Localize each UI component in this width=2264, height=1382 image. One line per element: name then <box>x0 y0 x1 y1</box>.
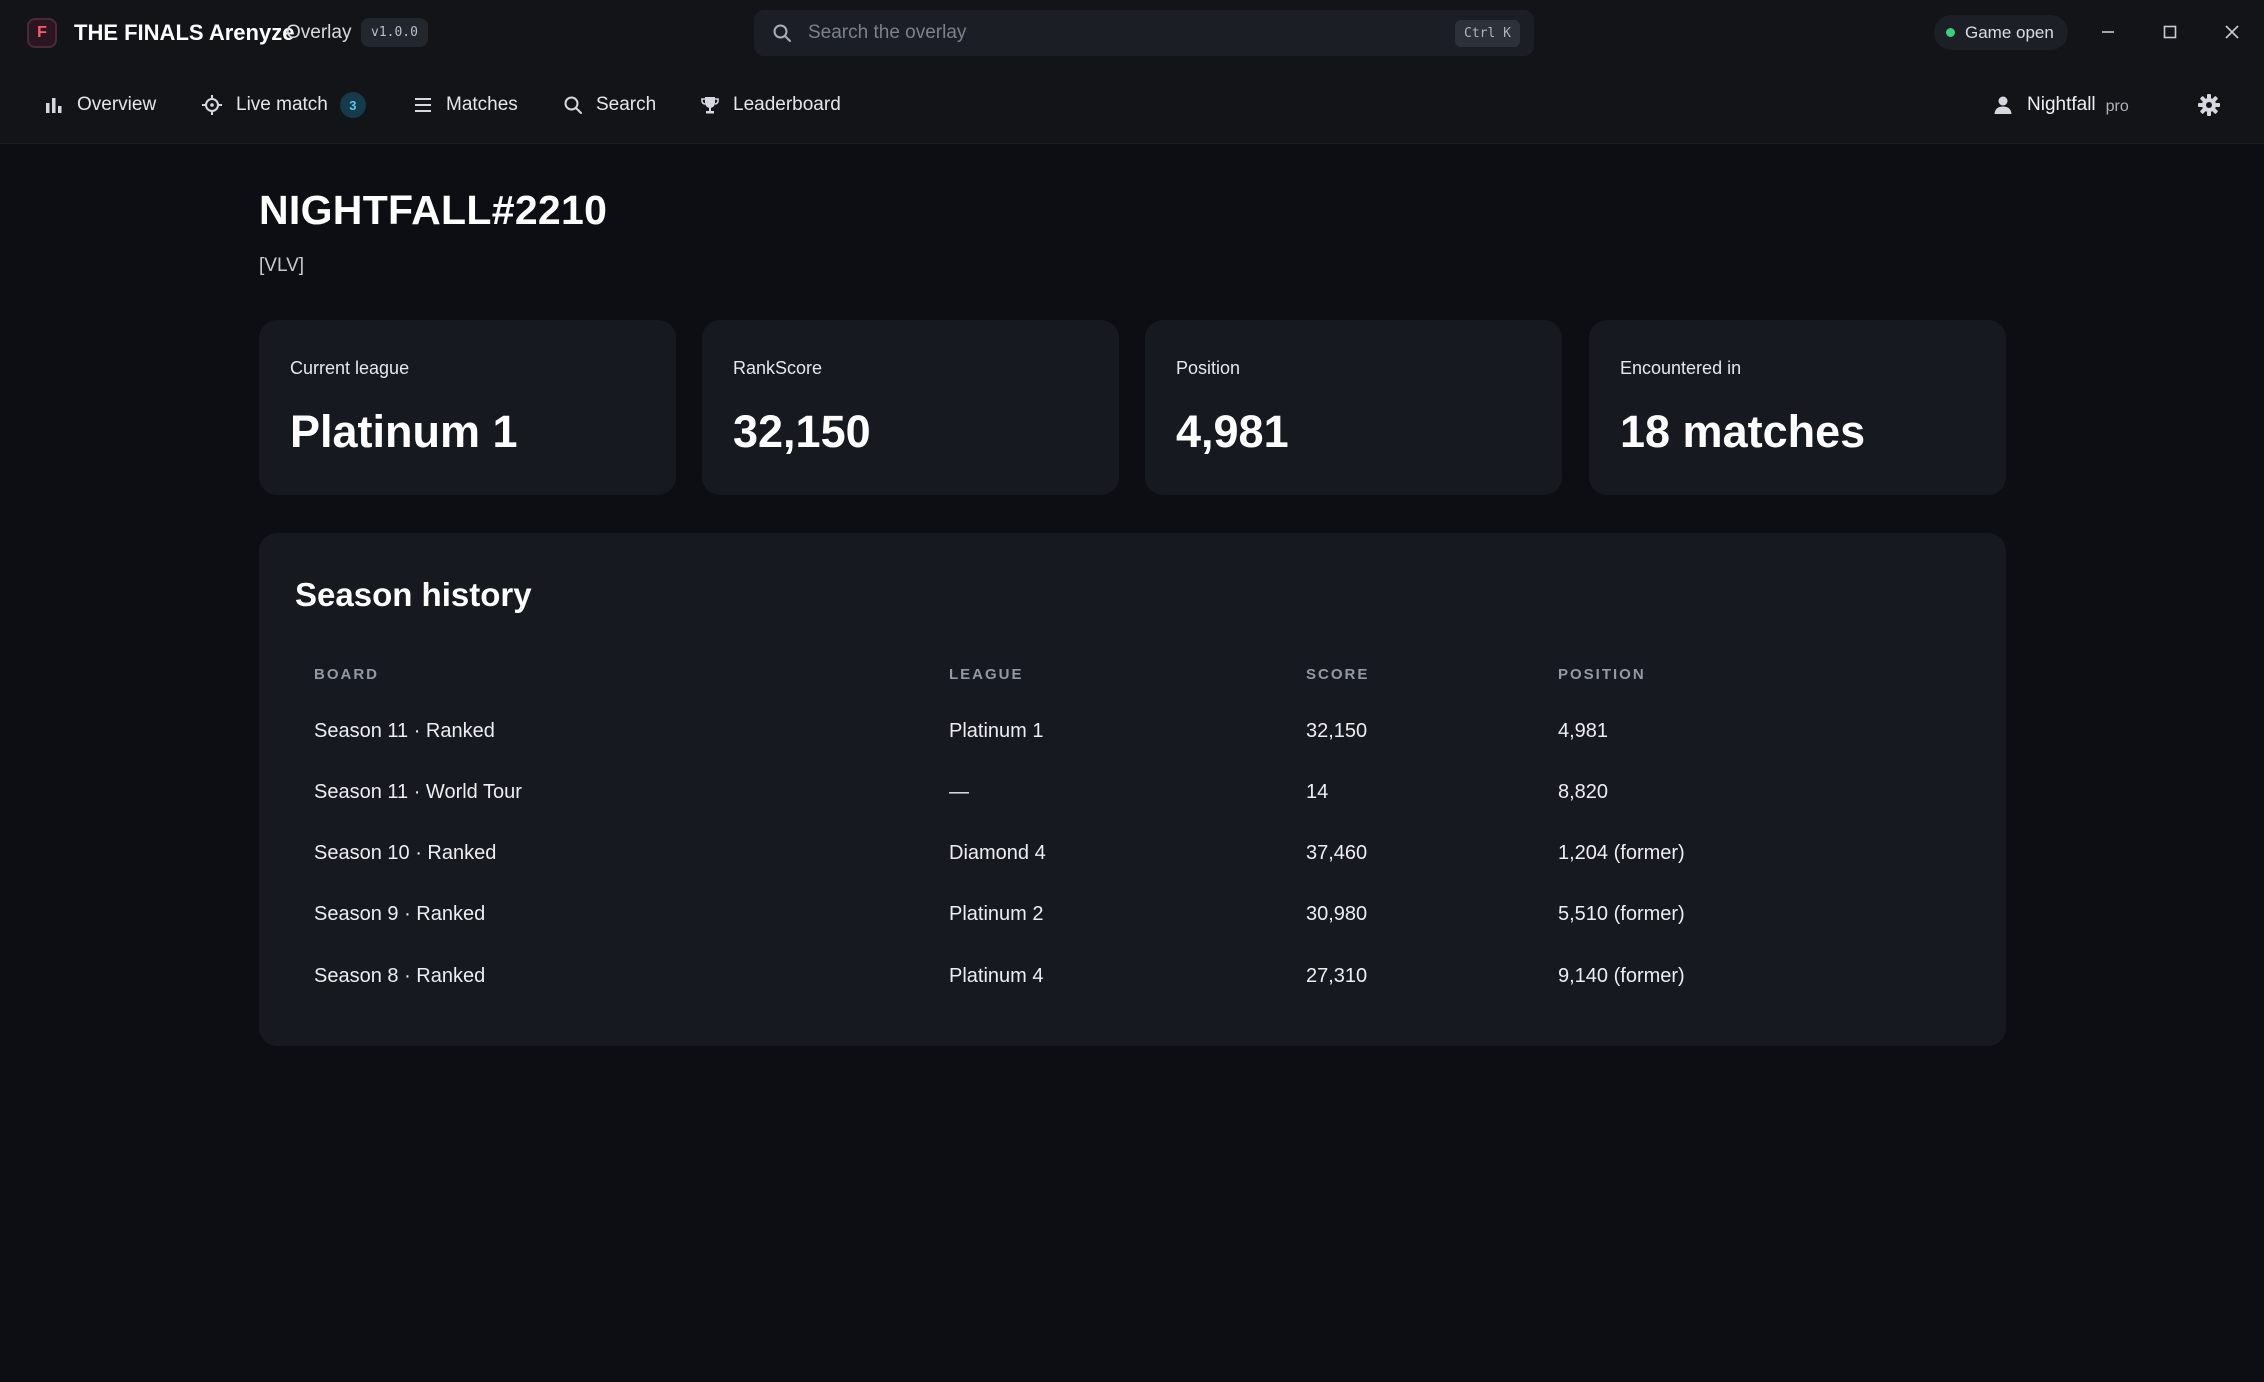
nav-leaderboard-label: Leaderboard <box>733 94 841 115</box>
main-nav: Overview Live match 3 Matches Search Lea… <box>0 66 2264 144</box>
league-cell: Platinum 4 <box>949 965 1044 987</box>
gear-icon <box>2198 94 2220 116</box>
search-shortcut-hint: Ctrl K <box>1455 20 1520 47</box>
stat-card-position: Position 4,981 <box>1145 320 1562 495</box>
nav-matches[interactable]: Matches <box>413 88 518 122</box>
stat-value: 4,981 <box>1176 406 1289 457</box>
user-name: Nightfall <box>2027 94 2096 115</box>
bar-chart-icon <box>46 98 62 113</box>
user-icon <box>1994 96 2012 114</box>
column-header-league: LEAGUE <box>949 666 1024 683</box>
close-button[interactable] <box>2212 12 2252 52</box>
board-cell: Season 11 · Ranked <box>314 720 495 742</box>
app-title: THE FINALS Arenyze <box>74 20 295 45</box>
score-cell: 14 <box>1306 781 1329 803</box>
score-cell: 32,150 <box>1306 720 1368 742</box>
app-mode-label: Overlay <box>286 22 352 43</box>
search-icon <box>773 24 791 42</box>
score-cell: 30,980 <box>1306 903 1368 925</box>
user-tier-label: pro <box>2105 97 2129 115</box>
player-club-tag: [VLV] <box>259 255 305 276</box>
search-icon <box>564 96 582 114</box>
position-cell: 1,204 (former) <box>1558 842 1685 864</box>
stat-card-encountered: Encountered in 18 matches <box>1589 320 2006 495</box>
board-cell: Season 11 · World Tour <box>314 781 522 803</box>
maximize-button[interactable] <box>2150 12 2190 52</box>
stat-label: Position <box>1176 358 1241 378</box>
game-status-label: Game open <box>1965 22 2054 42</box>
stat-label: RankScore <box>733 358 823 378</box>
position-cell: 8,820 <box>1558 781 1609 803</box>
league-cell: Platinum 1 <box>949 720 1044 742</box>
position-cell: 4,981 <box>1558 720 1609 742</box>
live-match-count-badge: 3 <box>339 92 366 118</box>
list-icon <box>415 98 431 112</box>
stat-value: 18 matches <box>1620 406 1866 457</box>
season-history-title: Season history <box>295 576 532 613</box>
board-cell: Season 8 · Ranked <box>314 965 486 987</box>
stat-value: 32,150 <box>733 406 871 457</box>
column-header-score: SCORE <box>1306 666 1370 683</box>
crosshair-icon <box>202 95 222 115</box>
trophy-icon <box>701 97 719 114</box>
stat-card-rankscore: RankScore 32,150 <box>702 320 1119 495</box>
maximize-icon <box>2163 25 2177 39</box>
nav-overview-label: Overview <box>77 94 157 115</box>
user-profile-button[interactable]: Nightfall pro <box>1993 88 2129 122</box>
settings-button[interactable] <box>2192 88 2226 122</box>
status-dot-icon <box>1946 28 1955 37</box>
stat-label: Current league <box>290 358 410 378</box>
board-cell: Season 9 · Ranked <box>314 903 486 925</box>
league-cell: — <box>949 781 969 803</box>
nav-live-match[interactable]: Live match 3 <box>201 88 366 122</box>
app-logo-icon: F <box>27 18 57 48</box>
score-cell: 27,310 <box>1306 965 1368 987</box>
stat-value: Platinum 1 <box>290 406 518 457</box>
minimize-icon <box>2102 31 2114 33</box>
board-cell: Season 10 · Ranked <box>314 842 497 864</box>
league-cell: Platinum 2 <box>949 903 1044 925</box>
table-row: Season 10 · Ranked Diamond 4 37,460 1,20… <box>259 824 2006 885</box>
minimize-button[interactable] <box>2088 12 2128 52</box>
game-status-badge: Game open <box>1934 15 2068 50</box>
nav-leaderboard[interactable]: Leaderboard <box>700 88 841 122</box>
position-cell: 5,510 (former) <box>1558 903 1685 925</box>
column-header-position: POSITION <box>1558 666 1646 683</box>
stat-card-current-league: Current league Platinum 1 <box>259 320 676 495</box>
table-row: Season 11 · Ranked Platinum 1 32,150 4,9… <box>259 702 2006 763</box>
stat-label: Encountered in <box>1620 358 1742 378</box>
search-bar[interactable]: Ctrl K <box>754 10 1534 56</box>
league-cell: Diamond 4 <box>949 842 1046 864</box>
score-cell: 37,460 <box>1306 842 1368 864</box>
season-history-card: Season history BOARD LEAGUE SCORE POSITI… <box>259 533 2006 1046</box>
nav-live-match-label: Live match <box>236 94 328 115</box>
position-cell: 9,140 (former) <box>1558 965 1685 987</box>
column-header-board: BOARD <box>314 666 379 683</box>
player-name-heading: NIGHTFALL#2210 <box>259 187 608 233</box>
nav-search-label: Search <box>596 94 657 115</box>
nav-matches-label: Matches <box>446 94 518 115</box>
search-input[interactable] <box>806 10 1366 56</box>
table-row: Season 11 · World Tour — 14 8,820 <box>259 763 2006 824</box>
table-row: Season 8 · Ranked Platinum 4 27,310 9,14… <box>259 947 2006 1008</box>
close-icon <box>2225 25 2239 39</box>
nav-overview[interactable]: Overview <box>44 88 156 122</box>
nav-search[interactable]: Search <box>563 88 656 122</box>
title-bar: F THE FINALS Arenyze Overlay v1.0.0 Ctrl… <box>0 0 2264 66</box>
version-badge: v1.0.0 <box>361 18 428 47</box>
table-row: Season 9 · Ranked Platinum 2 30,980 5,51… <box>259 885 2006 946</box>
